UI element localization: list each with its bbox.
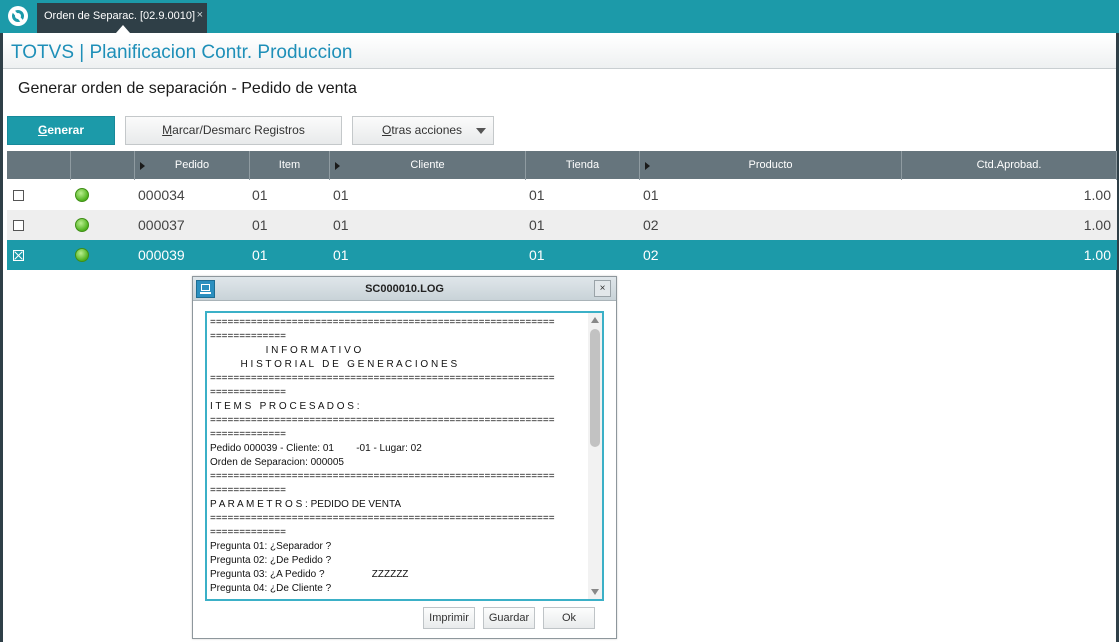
- totvs-logo-icon[interactable]: [8, 6, 28, 26]
- cell-pedido: 000039: [138, 247, 185, 263]
- top-bar: Orden de Separac. [02.9.0010] ×: [0, 0, 1119, 33]
- cell-ctd: 1.00: [1083, 217, 1111, 233]
- log-line: Orden de Separacion: 000005: [210, 457, 344, 468]
- log-scrollbar[interactable]: [588, 313, 602, 599]
- log-line: =============: [210, 387, 286, 398]
- page-title: Generar orden de separación - Pedido de …: [18, 80, 357, 97]
- header-item[interactable]: Item: [250, 151, 330, 180]
- log-line: =============: [210, 429, 286, 440]
- sort-indicator-icon: [645, 162, 650, 170]
- scroll-up-icon[interactable]: [591, 317, 599, 323]
- log-line: Pregunta 03: ¿A Pedido ? ZZZZZZ: [210, 569, 409, 580]
- dialog-titlebar[interactable]: SC000010.LOG ×: [193, 277, 616, 301]
- header-pedido[interactable]: Pedido: [135, 151, 250, 180]
- scrollbar-thumb[interactable]: [590, 329, 600, 447]
- log-content: ============= ============= ============= =…: [210, 316, 590, 596]
- status-green-icon: [75, 218, 89, 232]
- header-check-column[interactable]: [7, 151, 71, 180]
- header-tienda[interactable]: Tienda: [526, 151, 640, 180]
- left-border: [0, 33, 3, 642]
- cell-pedido: 000034: [138, 187, 185, 203]
- dialog-title: SC000010.LOG: [365, 283, 444, 295]
- cell-cliente: 01: [333, 187, 349, 203]
- cell-producto: 02: [643, 217, 659, 233]
- close-icon[interactable]: ×: [594, 280, 611, 297]
- module-title: TOTVS | Planificacion Contr. Produccion: [11, 42, 353, 63]
- log-line: ========================================…: [210, 513, 555, 524]
- imprimir-button[interactable]: Imprimir: [423, 607, 475, 629]
- header-status-column[interactable]: [71, 151, 135, 180]
- log-line: Pedido 000039 - Cliente: 01 -01 - Lugar:…: [210, 443, 422, 454]
- orders-grid: Pedido Item Cliente Tienda Producto Ctd.…: [7, 151, 1117, 270]
- log-line: Pregunta 01: ¿Separador ?: [210, 541, 332, 552]
- log-line: Pregunta 02: ¿De Pedido ?: [210, 555, 332, 566]
- row-checkbox[interactable]: [13, 190, 24, 201]
- ok-button[interactable]: Ok: [543, 607, 595, 629]
- scroll-down-icon[interactable]: [591, 589, 599, 595]
- cell-cliente: 01: [333, 247, 349, 263]
- otras-acciones-dropdown[interactable]: Otras acciones: [352, 116, 494, 145]
- log-line: =============: [210, 527, 286, 538]
- cell-item: 01: [252, 217, 268, 233]
- cell-item: 01: [252, 187, 268, 203]
- log-line: ========================================…: [210, 415, 555, 426]
- log-line: ========================================…: [210, 471, 555, 482]
- table-row-selected[interactable]: 000039 01 01 01 02 1.00: [7, 240, 1117, 270]
- active-tab-pointer: [116, 25, 130, 33]
- log-line: I T E M S P R O C E S A D O S :: [210, 401, 360, 412]
- tab-close-icon[interactable]: ×: [197, 9, 203, 21]
- module-header: TOTVS | Planificacion Contr. Produccion: [3, 36, 1116, 69]
- cell-tienda: 01: [529, 247, 545, 263]
- generar-button[interactable]: Generar: [7, 116, 115, 145]
- cell-tienda: 01: [529, 187, 545, 203]
- tab-label: Orden de Separac. [02.9.0010]: [44, 10, 196, 22]
- cell-tienda: 01: [529, 217, 545, 233]
- cell-item: 01: [252, 247, 268, 263]
- table-row[interactable]: 000037 01 01 01 02 1.00: [7, 210, 1117, 240]
- cell-pedido: 000037: [138, 217, 185, 233]
- cell-producto: 02: [643, 247, 659, 263]
- log-line: Pregunta 04: ¿De Cliente ?: [210, 583, 332, 594]
- log-line: ========================================…: [210, 317, 555, 328]
- guardar-button[interactable]: Guardar: [483, 607, 535, 629]
- log-line: P A R A M E T R O S : PEDIDO DE VENTA: [210, 499, 401, 510]
- header-ctd-aprobad[interactable]: Ctd.Aprobad.: [902, 151, 1117, 180]
- log-line: I N F O R M A T I V O: [210, 345, 362, 356]
- cell-cliente: 01: [333, 217, 349, 233]
- log-dialog: SC000010.LOG × ============= ============…: [192, 276, 617, 639]
- cell-producto: 01: [643, 187, 659, 203]
- row-checkbox-checked[interactable]: [13, 250, 24, 261]
- table-row[interactable]: 000034 01 01 01 01 1.00: [7, 180, 1117, 210]
- marcar-desmarcar-button[interactable]: Marcar/Desmarc Registros: [125, 116, 342, 145]
- grid-header: Pedido Item Cliente Tienda Producto Ctd.…: [7, 151, 1117, 180]
- chevron-down-icon: [476, 128, 486, 134]
- header-cliente[interactable]: Cliente: [330, 151, 526, 180]
- log-line: ========================================…: [210, 373, 555, 384]
- log-line: =============: [210, 485, 286, 496]
- status-green-icon: [75, 248, 89, 262]
- sort-indicator-icon: [335, 162, 340, 170]
- cell-ctd: 1.00: [1083, 247, 1111, 263]
- cell-ctd: 1.00: [1083, 187, 1111, 203]
- log-textarea[interactable]: ============= ============= ============= =…: [205, 311, 604, 601]
- log-line: =============: [210, 331, 286, 342]
- sort-indicator-icon: [140, 162, 145, 170]
- status-green-icon: [75, 188, 89, 202]
- log-line: H I S T O R I A L D E G E N E R A C I O …: [210, 359, 458, 370]
- row-checkbox[interactable]: [13, 220, 24, 231]
- header-producto[interactable]: Producto: [640, 151, 902, 180]
